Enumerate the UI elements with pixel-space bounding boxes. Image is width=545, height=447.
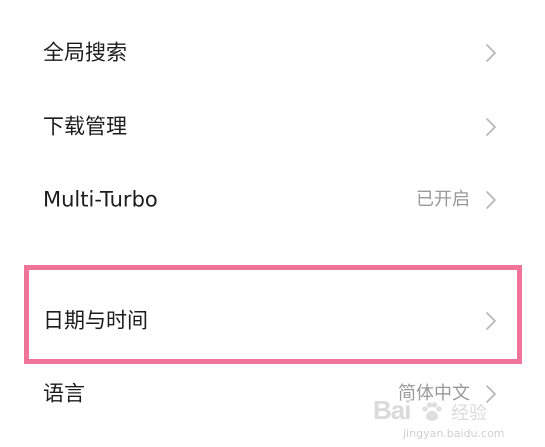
settings-item-global-search[interactable]: 全局搜索 <box>0 23 545 83</box>
settings-item-multi-turbo[interactable]: Multi-Turbo 已开启 <box>0 170 545 230</box>
settings-item-label: 下载管理 <box>43 114 127 139</box>
settings-item-label: 全局搜索 <box>43 40 127 65</box>
settings-item-language[interactable]: 语言 简体中文 <box>0 364 545 424</box>
settings-item-download-manager[interactable]: 下载管理 <box>0 97 545 157</box>
chevron-right-icon <box>486 118 496 136</box>
settings-item-label: 语言 <box>43 381 85 406</box>
settings-item-status: 已开启 <box>416 189 470 210</box>
settings-item-label: 日期与时间 <box>43 308 148 333</box>
chevron-right-icon <box>486 44 496 62</box>
chevron-right-icon <box>486 312 496 330</box>
chevron-right-icon <box>486 191 496 209</box>
settings-item-current-language: 简体中文 <box>398 383 470 404</box>
settings-list: 全局搜索 下载管理 Multi-Turbo 已开启 日期与时间 语言 简体中文 <box>0 0 545 447</box>
settings-item-label: Multi-Turbo <box>43 187 158 212</box>
chevron-right-icon <box>486 385 496 403</box>
settings-item-date-time[interactable]: 日期与时间 <box>0 291 545 351</box>
